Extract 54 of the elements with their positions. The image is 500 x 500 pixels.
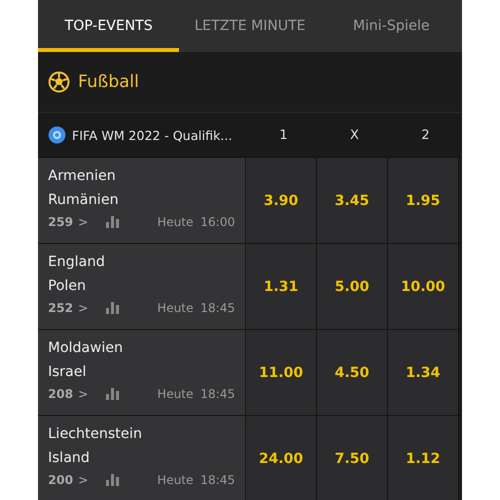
- match-day: Heute: [157, 473, 194, 487]
- odds-button[interactable]: 10.00: [388, 244, 459, 329]
- globe-icon: [48, 126, 66, 144]
- column-header: 1: [278, 128, 289, 142]
- odds-button[interactable]: 24.00: [246, 416, 317, 500]
- match-time: 18:45: [200, 301, 235, 315]
- home-team: Moldawien: [48, 339, 124, 358]
- match-card[interactable]: Armenien Rumänien 259 > Heute 16:00: [38, 158, 246, 243]
- match-card[interactable]: England Polen 252 > Heute 18:45: [38, 244, 246, 329]
- match-card[interactable]: Moldawien Israel 208 > Heute 18:45: [38, 330, 246, 415]
- home-team: England: [48, 253, 106, 272]
- bar-chart-icon[interactable]: [106, 474, 120, 486]
- odds-button[interactable]: 1.95: [388, 158, 459, 243]
- odds-button[interactable]: 1.31: [246, 244, 317, 329]
- match-card[interactable]: Liechtenstein Island 200 > Heute 18:45: [38, 416, 246, 500]
- away-team: Israel: [48, 363, 88, 382]
- bar-chart-icon[interactable]: [106, 388, 120, 400]
- league-name: FIFA WM 2022 - Qualifik...: [72, 128, 232, 142]
- odds-button[interactable]: 11.00: [246, 330, 317, 415]
- away-team: Polen: [48, 277, 87, 296]
- market-count: 259: [48, 215, 74, 229]
- tab[interactable]: LETZTE MINUTE: [179, 0, 321, 52]
- sport-title: Fußball: [78, 72, 139, 92]
- odds-button[interactable]: 1.34: [388, 330, 459, 415]
- away-team: Island: [48, 449, 91, 468]
- match-day: Heute: [157, 387, 194, 401]
- market-count: 208: [48, 387, 74, 401]
- chevron: >: [78, 387, 88, 401]
- bar-chart-icon[interactable]: [106, 216, 120, 228]
- bar-chart-icon[interactable]: [106, 302, 120, 314]
- column-header: X: [349, 128, 360, 142]
- odds-button[interactable]: 3.90: [246, 158, 317, 243]
- match-day: Heute: [157, 301, 194, 315]
- match-time: 18:45: [200, 387, 235, 401]
- tab[interactable]: TOP-EVENTS: [38, 0, 180, 52]
- tab[interactable]: Mini-Spiele: [320, 0, 462, 52]
- odds-button[interactable]: 7.50: [317, 416, 388, 500]
- match-time: 18:45: [200, 473, 235, 487]
- market-count: 200: [48, 473, 74, 487]
- chevron: >: [78, 215, 88, 229]
- odds-button[interactable]: 5.00: [317, 244, 388, 329]
- odds-button[interactable]: 3.45: [317, 158, 388, 243]
- match-time: 16:00: [200, 215, 235, 229]
- match-day: Heute: [157, 215, 194, 229]
- odds-button[interactable]: 1.12: [388, 416, 459, 500]
- column-header: 2: [420, 128, 431, 142]
- market-count: 252: [48, 301, 74, 315]
- home-team: Liechtenstein: [48, 425, 144, 444]
- soccer-ball-icon: [48, 71, 70, 93]
- odds-button[interactable]: 4.50: [317, 330, 388, 415]
- chevron: >: [78, 301, 88, 315]
- home-team: Armenien: [48, 167, 117, 186]
- away-team: Rumänien: [48, 191, 120, 210]
- chevron: >: [78, 473, 88, 487]
